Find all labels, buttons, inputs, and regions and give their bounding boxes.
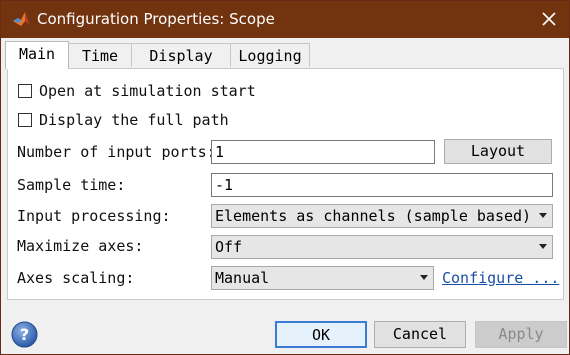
input-processing-dropdown[interactable]: Elements as channels (sample based)	[211, 204, 553, 228]
axes-scaling-value: Manual	[215, 269, 270, 287]
tab-main[interactable]: Main	[5, 41, 69, 69]
maximize-axes-value: Off	[215, 238, 243, 256]
open-at-start-checkbox[interactable]	[18, 84, 32, 98]
axes-scaling-dropdown[interactable]: Manual	[211, 266, 434, 290]
dropdown-arrow-icon	[539, 213, 547, 218]
tab-time[interactable]: Time	[68, 43, 132, 67]
display-full-path-checkbox[interactable]	[18, 113, 32, 127]
dropdown-arrow-icon	[420, 275, 428, 280]
dropdown-arrow-icon	[539, 244, 547, 249]
ok-button[interactable]: OK	[275, 321, 367, 348]
cancel-button[interactable]: Cancel	[374, 321, 466, 348]
axes-scaling-label: Axes scaling:	[17, 269, 135, 287]
sample-time-label: Sample time:	[17, 176, 126, 194]
window-title: Configuration Properties: Scope	[37, 10, 275, 28]
close-icon[interactable]	[539, 9, 559, 29]
dialog-window: Configuration Properties: Scope Main Tim…	[0, 0, 570, 355]
maximize-axes-label: Maximize axes:	[17, 237, 144, 255]
help-icon[interactable]: ?	[11, 321, 38, 348]
tab-logging[interactable]: Logging	[230, 43, 310, 67]
configure-link[interactable]: Configure ...	[442, 269, 559, 287]
display-full-path-label: Display the full path	[39, 111, 229, 129]
layout-button[interactable]: Layout	[444, 139, 552, 164]
input-processing-value: Elements as channels (sample based)	[215, 207, 532, 225]
title-bar: Configuration Properties: Scope	[1, 1, 569, 38]
maximize-axes-dropdown[interactable]: Off	[211, 235, 553, 259]
num-input-ports-field[interactable]: 1	[211, 140, 435, 164]
svg-text:?: ?	[20, 325, 29, 344]
sample-time-field[interactable]: -1	[211, 173, 553, 197]
apply-button[interactable]: Apply	[475, 321, 567, 348]
main-tab-panel: Open at simulation start Display the ful…	[7, 68, 564, 300]
input-processing-label: Input processing:	[17, 207, 171, 225]
open-at-start-label: Open at simulation start	[39, 82, 256, 100]
tab-display[interactable]: Display	[131, 43, 231, 67]
matlab-logo-icon	[13, 12, 29, 26]
num-input-ports-label: Number of input ports:	[17, 143, 216, 161]
